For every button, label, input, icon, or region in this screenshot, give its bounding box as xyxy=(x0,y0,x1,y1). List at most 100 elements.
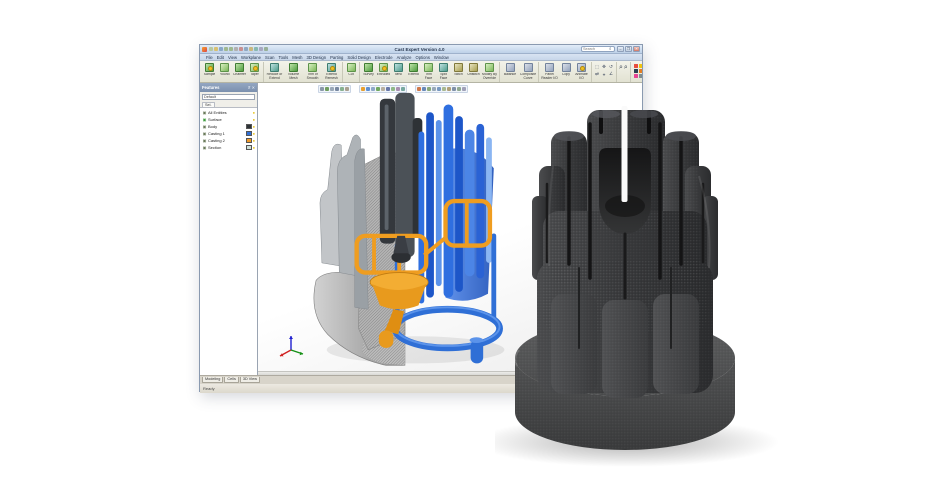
menu-scan[interactable]: Scan xyxy=(265,55,275,60)
measure-icon[interactable]: ∠ xyxy=(608,71,614,77)
ribbon-tool-cut[interactable]: Cut xyxy=(344,62,358,77)
panel-close-icon[interactable]: ✕ xyxy=(252,85,255,90)
color-swatch xyxy=(246,124,252,129)
entities-icon: ▣ xyxy=(202,110,207,115)
zoom-fit-icon[interactable]: ⌕ xyxy=(624,64,628,71)
paste-icon[interactable] xyxy=(249,47,253,51)
ribbon-tool-extruded[interactable]: Extruded xyxy=(376,62,391,77)
ribbon-tool-round[interactable]: Round xyxy=(217,62,232,77)
menu-file[interactable]: File xyxy=(206,55,213,60)
survey-icon xyxy=(364,63,373,72)
palette-swatch[interactable] xyxy=(639,74,642,78)
ribbon-tool-bend[interactable]: Bend xyxy=(391,62,406,77)
color-palette[interactable] xyxy=(634,64,642,78)
menu-parting[interactable]: Parting xyxy=(330,55,343,60)
menu-solid-design[interactable]: Solid Design xyxy=(347,55,371,60)
menu-workplane[interactable]: Workplane xyxy=(241,55,261,60)
options-icon[interactable] xyxy=(259,47,263,51)
panel-pin-icon[interactable]: ⊼ xyxy=(248,85,251,90)
tab-selection[interactable]: Sel. xyxy=(202,102,215,107)
panel-header: Features ⊼ ✕ xyxy=(200,83,257,92)
ribbon-tool-split-face[interactable]: Split Face xyxy=(436,62,451,81)
menu-view[interactable]: View xyxy=(228,55,237,60)
tree-item-surface[interactable]: ▣ Surface ● xyxy=(200,116,257,123)
target-icon[interactable]: ⌖ xyxy=(601,71,607,77)
ribbon-tool-trim[interactable]: Trim of Smooth xyxy=(303,62,322,81)
page: Cast Expert Version 4.0 ⌕ – ❒ ✕ File Edi… xyxy=(0,0,940,494)
extruded-icon xyxy=(379,63,388,72)
new-file-icon[interactable] xyxy=(209,47,213,51)
move-icon[interactable]: ✥ xyxy=(601,64,607,70)
ribbon-tool-trim-face[interactable]: Trim Face xyxy=(421,62,436,81)
close-button[interactable]: ✕ xyxy=(633,46,640,52)
save-icon[interactable] xyxy=(219,47,223,51)
tree-item-body[interactable]: ▣ Body ● xyxy=(200,123,257,130)
maximize-button[interactable]: ❒ xyxy=(625,46,632,52)
rotate-icon[interactable]: ↺ xyxy=(608,64,614,70)
ribbon-tool-panel-reader[interactable]: Panel Reader I/O xyxy=(540,62,559,81)
palette-swatch[interactable] xyxy=(634,74,638,78)
tab-modeling[interactable]: Modeling xyxy=(202,377,223,383)
redo-icon[interactable] xyxy=(229,47,233,51)
palette-swatch[interactable] xyxy=(634,64,638,68)
casting-model-3d[interactable] xyxy=(301,91,506,373)
visibility-bulb-icon[interactable]: ● xyxy=(253,145,255,150)
axis-triad xyxy=(276,333,306,361)
visibility-bulb-icon[interactable]: ● xyxy=(253,138,255,143)
tree-item-casting-2[interactable]: ▣ Casting 2 ● xyxy=(200,137,257,144)
ribbon-tool-reduce[interactable]: Reduce or Extend xyxy=(265,62,284,81)
zoom-in-icon[interactable]: ⌕ xyxy=(619,64,623,71)
menu-options[interactable]: Options xyxy=(415,55,429,60)
ribbon-tool-taper[interactable]: Taper xyxy=(247,62,262,77)
ribbon-tool-remesh[interactable]: Extend Remesh xyxy=(322,62,341,81)
casting-icon: ▣ xyxy=(202,138,207,143)
cut-icon[interactable] xyxy=(239,47,243,51)
visibility-bulb-icon[interactable]: ● xyxy=(253,124,255,129)
stitch-icon xyxy=(454,63,463,72)
ribbon-tool-modify[interactable]: Modify By Override xyxy=(481,62,498,81)
tree-item-all-entities[interactable]: ▣ All Entities ● xyxy=(200,109,257,116)
ribbon-tool-animate[interactable]: Animate I/O xyxy=(573,62,590,81)
undo-icon[interactable] xyxy=(224,47,228,51)
menu-window[interactable]: Window xyxy=(434,55,449,60)
help-icon[interactable] xyxy=(254,47,258,51)
ribbon-tool-chamfer[interactable]: Chamfer xyxy=(232,62,247,77)
ribbon-tool-survey[interactable]: Survey xyxy=(361,62,376,77)
menu-analyze[interactable]: Analyze xyxy=(397,55,412,60)
ribbon-group-mesh: Reduce or Extend Volume Mesh Trim of Smo… xyxy=(264,62,343,83)
ribbon-tool-copy[interactable]: Copy xyxy=(559,62,573,77)
palette-swatch[interactable] xyxy=(634,69,638,73)
ribbon-tool-balance[interactable]: Balance xyxy=(501,62,519,77)
menu-3d-design[interactable]: 3D Design xyxy=(307,55,327,60)
menu-tools[interactable]: Tools xyxy=(278,55,288,60)
ribbon-tool-stitch[interactable]: Stitch xyxy=(451,62,466,77)
tree-item-section[interactable]: ▣ Section ● xyxy=(200,144,257,151)
ribbon-tool-composite-curve[interactable]: Composite Curve xyxy=(519,62,537,81)
ribbon-tool-extend[interactable]: Extend xyxy=(406,62,421,77)
minimize-button[interactable]: – xyxy=(617,46,624,52)
palette-swatch[interactable] xyxy=(639,69,642,73)
menu-mesh[interactable]: Mesh xyxy=(292,55,302,60)
visibility-bulb-icon[interactable]: ● xyxy=(253,117,255,122)
tab-3d-view[interactable]: 3D View xyxy=(240,377,260,383)
tree-filter-input[interactable] xyxy=(202,94,255,100)
menu-electrode[interactable]: Electrode xyxy=(375,55,393,60)
ribbon-tool-sample[interactable]: Sample xyxy=(202,62,217,77)
titlebar[interactable]: Cast Expert Version 4.0 ⌕ – ❒ ✕ xyxy=(200,45,642,54)
title-search[interactable]: ⌕ xyxy=(581,46,615,52)
visibility-bulb-icon[interactable]: ● xyxy=(253,110,255,115)
menu-edit[interactable]: Edit xyxy=(217,55,224,60)
ribbon-tool-volume-mesh[interactable]: Volume Mesh xyxy=(284,62,303,81)
copy-icon[interactable] xyxy=(244,47,248,51)
print-icon[interactable] xyxy=(234,47,238,51)
select-box-icon[interactable]: ⬚ xyxy=(594,64,600,70)
search-input[interactable] xyxy=(583,47,609,51)
visibility-bulb-icon[interactable]: ● xyxy=(253,131,255,136)
mirror-icon[interactable]: ⇄ xyxy=(594,71,600,77)
tree-item-casting-1[interactable]: ▣ Casting 1 ● xyxy=(200,130,257,137)
tab-cells[interactable]: Cells xyxy=(224,377,238,383)
palette-swatch[interactable] xyxy=(639,64,642,68)
ribbon-tool-unstitch[interactable]: Unstitch xyxy=(466,62,481,77)
open-file-icon[interactable] xyxy=(214,47,218,51)
color-swatch xyxy=(246,138,252,143)
